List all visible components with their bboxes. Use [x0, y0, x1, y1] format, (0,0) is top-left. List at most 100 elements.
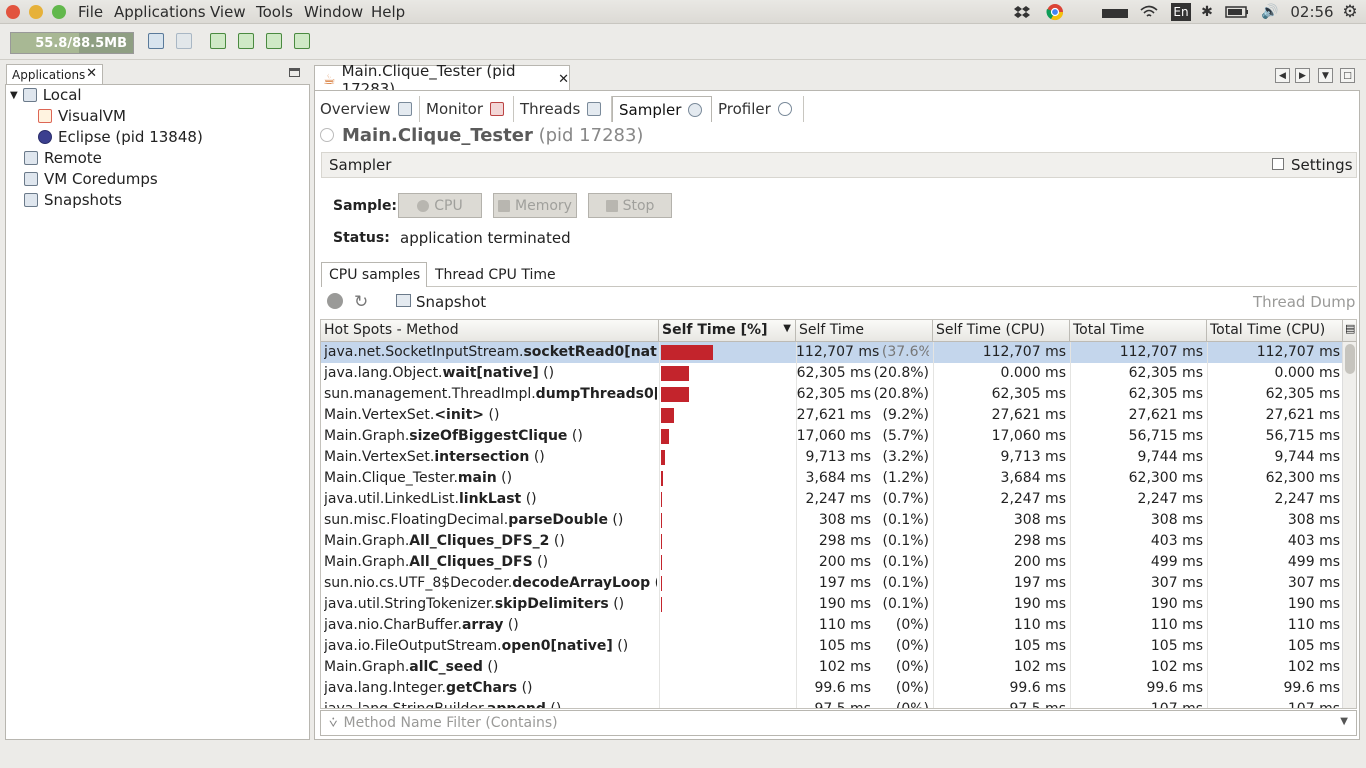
tab-monitor[interactable]: Monitor: [420, 96, 514, 122]
memory-meter[interactable]: 55.8/88.5MB: [10, 32, 134, 54]
scroll-right-button[interactable]: ▶: [1295, 68, 1310, 83]
thread-dump-button[interactable]: Thread Dump: [1253, 293, 1355, 311]
table-row[interactable]: sun.misc.FloatingDecimal.parseDouble () 3…: [321, 510, 1343, 531]
refresh-icon[interactable]: ↻: [354, 292, 368, 312]
table-row[interactable]: java.net.SocketInputStream.socketRead0[n…: [321, 342, 1343, 363]
tree-item-visualvm[interactable]: VisualVM: [38, 107, 126, 125]
bluetooth-icon[interactable]: ✱: [1199, 2, 1215, 22]
method-name-cell: java.nio.CharBuffer.array (): [324, 617, 657, 633]
tree-item-vm-coredumps[interactable]: VM Coredumps: [24, 170, 158, 188]
column-chooser-icon[interactable]: ▤: [1343, 320, 1356, 342]
column-header-self-time-cpu[interactable]: Self Time (CPU): [933, 320, 1070, 342]
column-header-method[interactable]: Hot Spots - Method: [321, 320, 659, 342]
tree-item-local[interactable]: ▼ Local: [10, 86, 82, 104]
wifi-icon[interactable]: [1139, 2, 1159, 22]
load-snapshot-icon[interactable]: [294, 33, 310, 49]
window-maximize-button[interactable]: [52, 5, 66, 19]
settings-checkbox[interactable]: [1272, 158, 1284, 170]
dropbox-icon[interactable]: [1012, 2, 1032, 22]
table-row[interactable]: java.lang.Integer.getChars () 99.6 ms (0%)…: [321, 678, 1343, 699]
clock[interactable]: 02:56: [1290, 2, 1334, 22]
tree-item-snapshots[interactable]: Snapshots: [24, 191, 122, 209]
applications-tab[interactable]: Applications ✕: [6, 64, 103, 84]
self-time-percent: (0%): [895, 659, 929, 675]
table-row[interactable]: Main.VertexSet.<init> () 27,621 ms (9.2%) 2…: [321, 405, 1343, 426]
table-row[interactable]: java.lang.StringBuilder.append () 97.5 ms…: [321, 699, 1343, 709]
table-row[interactable]: sun.management.ThreadImpl.dumpThreads0[n…: [321, 384, 1343, 405]
add-remote-host-icon[interactable]: [238, 33, 254, 49]
maximize-button[interactable]: □: [1340, 68, 1355, 83]
document-tab[interactable]: ☕ Main.Clique_Tester (pid 17283) ✕: [314, 62, 570, 98]
close-icon[interactable]: ✕: [86, 66, 97, 81]
vertical-scrollbar[interactable]: [1342, 342, 1356, 708]
table-row[interactable]: java.util.StringTokenizer.skipDelimiters…: [321, 594, 1343, 615]
tab-sampler[interactable]: Sampler: [612, 96, 712, 122]
self-time-cpu-cell: 3,684 ms: [1000, 470, 1066, 486]
method-args: (): [567, 428, 583, 444]
table-row[interactable]: java.io.FileOutputStream.open0[native] (…: [321, 636, 1343, 657]
add-coredump-icon[interactable]: [266, 33, 282, 49]
method-name-cell: java.util.StringTokenizer.skipDelimiters…: [324, 596, 657, 612]
table-row[interactable]: Main.Graph.sizeOfBiggestClique () 17,060 …: [321, 426, 1343, 447]
memory-button[interactable]: Memory: [493, 193, 577, 218]
self-time-cpu-cell: 308 ms: [1013, 512, 1066, 528]
battery-icon[interactable]: [1224, 2, 1250, 22]
column-header-self-time-pct[interactable]: Self Time [%] ▼: [659, 320, 796, 342]
total-time-cell: 62,305 ms: [1128, 386, 1203, 402]
table-row[interactable]: Main.Graph.allC_seed () 102 ms (0%) 102 ms 1…: [321, 657, 1343, 678]
add-jmx-connection-icon[interactable]: [210, 33, 226, 49]
keyboard-language-indicator[interactable]: En: [1171, 3, 1191, 21]
column-header-total-time[interactable]: Total Time: [1070, 320, 1207, 342]
menu-file[interactable]: File: [78, 3, 103, 21]
tab-overview[interactable]: Overview: [314, 96, 420, 122]
table-row[interactable]: java.util.LinkedList.linkLast () 2,247 ms…: [321, 489, 1343, 510]
column-divider: [1207, 342, 1208, 708]
menu-window[interactable]: Window: [304, 3, 363, 21]
tree-item-eclipse[interactable]: Eclipse (pid 13848): [38, 128, 203, 146]
cpu-button[interactable]: CPU: [398, 193, 482, 218]
table-row[interactable]: Main.Graph.All_Cliques_DFS () 200 ms (0.1%…: [321, 552, 1343, 573]
settings-label[interactable]: Settings: [1291, 156, 1353, 174]
tab-profiler[interactable]: Profiler: [712, 96, 804, 122]
volume-icon[interactable]: 🔊: [1259, 2, 1281, 22]
stop-button[interactable]: Stop: [588, 193, 672, 218]
column-header-total-time-cpu[interactable]: Total Time (CPU): [1207, 320, 1343, 342]
scrollbar-thumb[interactable]: [1345, 344, 1355, 374]
self-time-percent: (0.7%): [882, 491, 930, 507]
tab-thread-cpu-time[interactable]: Thread CPU Time: [428, 262, 568, 287]
window-minimize-button[interactable]: [29, 5, 43, 19]
tree-item-remote[interactable]: Remote: [24, 149, 102, 167]
method-name: parseDouble: [508, 512, 608, 528]
save-icon[interactable]: [148, 33, 164, 49]
scroll-left-button[interactable]: ◀: [1275, 68, 1290, 83]
table-row[interactable]: java.nio.CharBuffer.array () 110 ms (0%) 11…: [321, 615, 1343, 636]
self-time-percent: (0%): [895, 617, 929, 633]
menu-tools[interactable]: Tools: [256, 3, 293, 21]
table-row[interactable]: Main.VertexSet.intersection () 9,713 ms (3…: [321, 447, 1343, 468]
close-tab-icon[interactable]: ✕: [558, 72, 569, 87]
filter-options-dropdown-icon[interactable]: ▼: [1340, 716, 1348, 727]
minimize-panel-icon[interactable]: [289, 68, 300, 77]
tab-threads[interactable]: Threads: [514, 96, 612, 122]
column-header-self-time[interactable]: Self Time: [796, 320, 933, 342]
menu-applications[interactable]: Applications: [114, 3, 206, 21]
snapshot-button[interactable]: Snapshot: [416, 293, 486, 311]
total-time-cell: 56,715 ms: [1128, 428, 1203, 444]
table-row[interactable]: java.lang.Object.wait[native] () 62,305 m…: [321, 363, 1343, 384]
table-row[interactable]: sun.nio.cs.UTF_8$Decoder.decodeArrayLoop…: [321, 573, 1343, 594]
method-filter-input[interactable]: ⩒ Method Name Filter (Contains) ▼: [320, 710, 1357, 736]
table-row[interactable]: Main.Graph.All_Cliques_DFS_2 () 298 ms (0.…: [321, 531, 1343, 552]
menu-view[interactable]: View: [210, 3, 246, 21]
expand-arrow-icon[interactable]: ▼: [10, 90, 18, 101]
settings-gear-icon[interactable]: ⚙: [1340, 2, 1360, 22]
table-row[interactable]: Main.Clique_Tester.main () 3,684 ms (1.2%)…: [321, 468, 1343, 489]
document-list-button[interactable]: ▼: [1318, 68, 1333, 83]
menu-help[interactable]: Help: [371, 3, 405, 21]
total-time-cpu-cell: 107 ms: [1287, 701, 1340, 709]
pause-icon[interactable]: [327, 293, 343, 309]
chrome-icon[interactable]: [1045, 2, 1065, 22]
total-time-cpu-cell: 27,621 ms: [1265, 407, 1340, 423]
window-close-button[interactable]: [6, 5, 20, 19]
battery-indicator-icon[interactable]: [1100, 2, 1130, 22]
tab-cpu-samples[interactable]: CPU samples: [321, 262, 427, 287]
